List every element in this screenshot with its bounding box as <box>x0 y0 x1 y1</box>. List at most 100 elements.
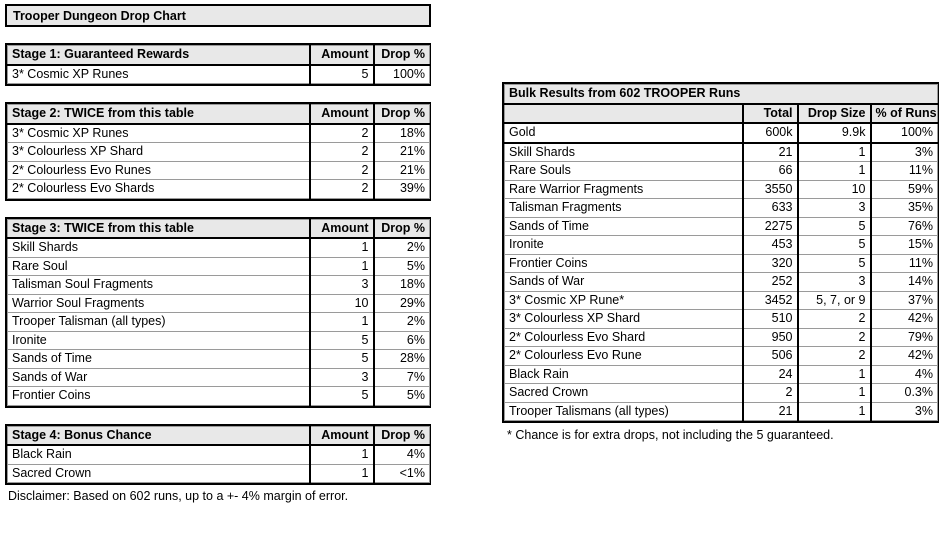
row-drop: 6% <box>372 330 430 350</box>
table-header-row: Stage 3: TWICE from this table Amount Dr… <box>7 218 430 239</box>
row-name: Ironite <box>504 235 743 255</box>
row-amount: 5 <box>308 330 374 350</box>
row-drop: 4% <box>372 444 430 465</box>
table-row: 3* Colourless XP Shard 2 21% <box>7 142 430 162</box>
row-pct: 11% <box>869 161 938 181</box>
row-total: 633 <box>741 198 798 218</box>
bulk-col-drop-size: Drop Size <box>796 103 871 124</box>
table-row: Sands of Time 2275 5 76% <box>504 216 938 236</box>
table-row: Gold 600k 9.9k 100% <box>504 122 938 144</box>
table-header-row: Stage 1: Guaranteed Rewards Amount Drop … <box>7 45 430 66</box>
stage-1-table: Stage 1: Guaranteed Rewards Amount Drop … <box>7 45 430 84</box>
bulk-title-row: Bulk Results from 602 TROOPER Runs <box>504 84 938 105</box>
row-total: 950 <box>741 327 798 347</box>
row-name: Rare Warrior Fragments <box>504 179 743 199</box>
row-drop: 100% <box>372 64 430 84</box>
row-amount: 5 <box>308 349 374 369</box>
stage-3-col-amount: Amount <box>308 218 374 239</box>
row-name: 3* Colourless XP Shard <box>504 309 743 329</box>
bulk-results-body: Gold 600k 9.9k 100% Skill Shards 21 1 3%… <box>504 122 938 421</box>
row-name: Trooper Talismans (all types) <box>504 401 743 421</box>
stage-4-table-frame: Stage 4: Bonus Chance Amount Drop % Blac… <box>5 423 431 485</box>
table-row: Skill Shards 21 1 3% <box>504 142 938 162</box>
table-row: 3* Cosmic XP Rune* 3452 5, 7, or 9 37% <box>504 290 938 310</box>
stage-2-table-frame: Stage 2: TWICE from this table Amount Dr… <box>5 102 431 201</box>
row-amount: 1 <box>308 256 374 276</box>
row-name: Rare Soul <box>7 256 310 276</box>
row-drop: 2% <box>372 237 430 258</box>
row-name: Sacred Crown <box>7 463 310 483</box>
row-drop: 2% <box>372 312 430 332</box>
row-drop-size: 5 <box>796 216 871 236</box>
row-amount: 1 <box>308 237 374 258</box>
stage-2-col-amount: Amount <box>308 104 374 125</box>
row-amount: 5 <box>308 386 374 406</box>
row-name: Frontier Coins <box>504 253 743 273</box>
row-pct: 3% <box>869 142 938 162</box>
stage-1-col-drop: Drop % <box>372 45 430 66</box>
table-row: Trooper Talisman (all types) 1 2% <box>7 312 430 332</box>
row-name: 3* Cosmic XP Runes <box>7 123 310 143</box>
row-pct: 42% <box>869 309 938 329</box>
row-drop: 29% <box>372 293 430 313</box>
table-row: Rare Souls 66 1 11% <box>504 161 938 181</box>
row-name: 2* Colourless Evo Runes <box>7 160 310 180</box>
table-row: 2* Colourless Evo Rune 506 2 42% <box>504 346 938 366</box>
bulk-results-table: Bulk Results from 602 TROOPER Runs Total… <box>504 84 938 421</box>
row-name: Sands of Time <box>504 216 743 236</box>
stage-1-body: 3* Cosmic XP Runes 5 100% <box>7 64 430 84</box>
row-drop: 5% <box>372 256 430 276</box>
stage-1-col-amount: Amount <box>308 45 374 66</box>
row-drop-size: 2 <box>796 309 871 329</box>
row-amount: 5 <box>308 64 374 84</box>
stage-3-table-frame: Stage 3: TWICE from this table Amount Dr… <box>5 216 431 408</box>
row-drop-size: 5 <box>796 253 871 273</box>
stage-4-body: Black Rain 1 4% Sacred Crown 1 <1% <box>7 444 430 483</box>
row-drop-size: 9.9k <box>796 122 871 144</box>
table-row: Sacred Crown 2 1 0.3% <box>504 383 938 403</box>
row-name: Sands of Time <box>7 349 310 369</box>
row-drop: 39% <box>372 179 430 199</box>
stage-2-col-drop: Drop % <box>372 104 430 125</box>
row-total: 2 <box>741 383 798 403</box>
bulk-col-total: Total <box>741 103 798 124</box>
bulk-results-table-frame: Bulk Results from 602 TROOPER Runs Total… <box>502 82 939 423</box>
table-row: Sacred Crown 1 <1% <box>7 463 430 483</box>
table-row: 2* Colourless Evo Shard 950 2 79% <box>504 327 938 347</box>
row-drop: 18% <box>372 123 430 143</box>
row-drop-size: 1 <box>796 383 871 403</box>
stage-3-header-label: Stage 3: TWICE from this table <box>7 218 310 239</box>
stage-3-body: Skill Shards 1 2% Rare Soul 1 5% Talisma… <box>7 237 430 406</box>
row-total: 506 <box>741 346 798 366</box>
row-amount: 2 <box>308 123 374 143</box>
stage-2-table: Stage 2: TWICE from this table Amount Dr… <box>7 104 430 199</box>
row-total: 21 <box>741 142 798 162</box>
table-row: 3* Cosmic XP Runes 5 100% <box>7 64 430 84</box>
stage-4-header-label: Stage 4: Bonus Chance <box>7 425 310 446</box>
table-row: Ironite 453 5 15% <box>504 235 938 255</box>
table-row: Skill Shards 1 2% <box>7 237 430 258</box>
row-pct: 3% <box>869 401 938 421</box>
table-row: Black Rain 24 1 4% <box>504 364 938 384</box>
table-row: Rare Soul 1 5% <box>7 256 430 276</box>
row-pct: 0.3% <box>869 383 938 403</box>
row-drop: 18% <box>372 275 430 295</box>
row-amount: 3 <box>308 367 374 387</box>
table-row: 3* Cosmic XP Runes 2 18% <box>7 123 430 143</box>
row-total: 24 <box>741 364 798 384</box>
row-drop-size: 10 <box>796 179 871 199</box>
row-total: 510 <box>741 309 798 329</box>
row-total: 21 <box>741 401 798 421</box>
row-name: Warrior Soul Fragments <box>7 293 310 313</box>
row-name: Frontier Coins <box>7 386 310 406</box>
row-total: 2275 <box>741 216 798 236</box>
row-drop-size: 2 <box>796 327 871 347</box>
row-name: Black Rain <box>504 364 743 384</box>
table-row: Rare Warrior Fragments 3550 10 59% <box>504 179 938 199</box>
stage-4-col-drop: Drop % <box>372 425 430 446</box>
row-pct: 14% <box>869 272 938 292</box>
row-pct: 76% <box>869 216 938 236</box>
